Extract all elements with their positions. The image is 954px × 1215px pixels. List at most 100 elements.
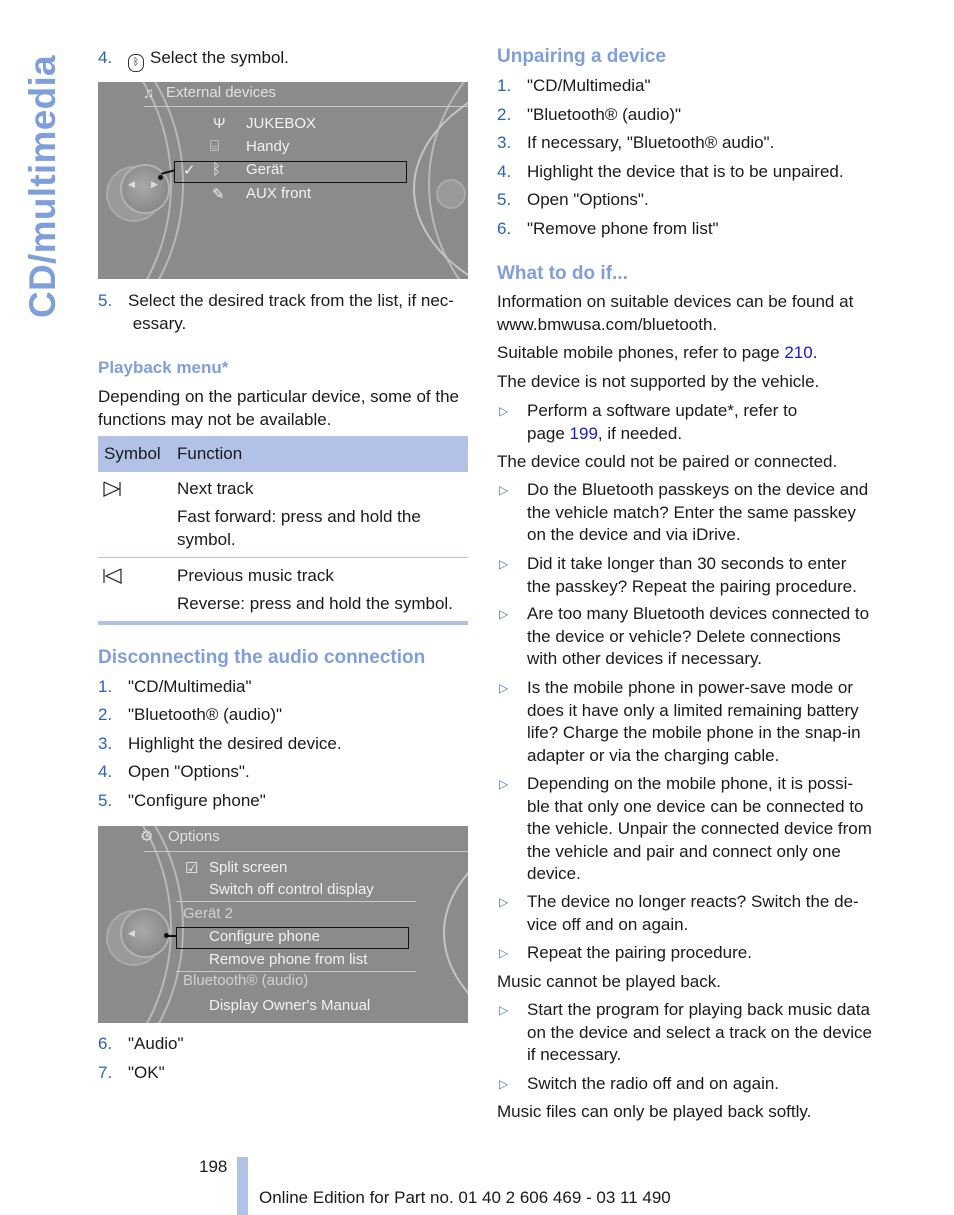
step-number: 3. bbox=[497, 133, 512, 152]
list-item: ▷ Did it take longer than 30 seconds to e… bbox=[497, 553, 872, 598]
text: Repeat the pairing procedure. bbox=[527, 943, 752, 962]
list-item: ▷ Are too many Bluetooth devices connecte… bbox=[497, 603, 872, 671]
menu-item-aux-front[interactable]: AUX front bbox=[246, 185, 311, 202]
page-number: 198 bbox=[199, 1157, 228, 1176]
selection-highlight bbox=[174, 161, 407, 183]
step-5-select-track: 5. Select the desired track from the lis… bbox=[98, 290, 468, 335]
list-item: 5. "Configure phone" bbox=[98, 790, 266, 813]
section-label-bluetooth-audio: Bluetooth® (audio) bbox=[183, 972, 309, 989]
section-label-geraet-2: Gerät 2 bbox=[183, 905, 234, 922]
step-number: 4. bbox=[98, 48, 113, 67]
media-note-icon: ♫ bbox=[143, 85, 155, 102]
text: Do the Bluetooth passkeys on the device … bbox=[527, 480, 869, 544]
list-item: 1. "CD/Multimedia" bbox=[497, 75, 651, 98]
step-text: If necessary, "Bluetooth® audio". bbox=[527, 133, 775, 152]
bluetooth-icon: ᛒ bbox=[128, 54, 144, 72]
list-item: ▷ Do the Bluetooth passkeys on the device… bbox=[497, 479, 872, 547]
list-item: ▷ Depending on the mobile phone, it is po… bbox=[497, 773, 872, 886]
step-number: 6. bbox=[497, 219, 512, 238]
column-header-function: Function bbox=[177, 444, 243, 463]
step-text: Select the desired track from the list, … bbox=[128, 291, 454, 333]
step-number: 2. bbox=[98, 705, 113, 724]
text: Switch the radio off and on again. bbox=[527, 1074, 780, 1093]
list-item: 3. Highlight the desired device. bbox=[98, 733, 342, 756]
screen-title: Options bbox=[168, 828, 220, 845]
menu-item-configure-phone[interactable]: Configure phone bbox=[209, 928, 320, 945]
step-text: Select the symbol. bbox=[150, 48, 289, 67]
chapter-side-title: CD/multimedia bbox=[22, 55, 63, 318]
check-icon: ✓ bbox=[183, 162, 196, 179]
page-link-199[interactable]: 199 bbox=[570, 424, 598, 443]
text: Start the program for playing back music… bbox=[527, 1000, 872, 1064]
problem-not-paired: The device could not be paired or connec… bbox=[497, 452, 838, 471]
list-item: ▷ Start the program for playing back musi… bbox=[497, 999, 872, 1067]
scroll-indicator bbox=[436, 179, 466, 209]
list-item: ▷ Is the mobile phone in power-save mode … bbox=[497, 677, 872, 767]
menu-item-jukebox[interactable]: JUKEBOX bbox=[246, 115, 316, 132]
text: The device no longer reacts? Switch the … bbox=[527, 892, 859, 934]
list-item: ▷ Switch the radio off and on again. bbox=[497, 1073, 872, 1096]
text: . bbox=[812, 343, 818, 362]
bullet-triangle-icon: ▷ bbox=[499, 895, 509, 909]
menu-item-switch-off-display[interactable]: Switch off control display bbox=[209, 881, 374, 898]
bullet-triangle-icon: ▷ bbox=[499, 1003, 509, 1017]
function-description: Reverse: press and hold the symbol. bbox=[177, 594, 453, 613]
text: , if needed. bbox=[597, 423, 683, 443]
previous-track-icon bbox=[103, 568, 122, 584]
menu-item-owners-manual[interactable]: Display Owner's Manual bbox=[209, 997, 370, 1014]
text: Are too many Bluetooth devices connected… bbox=[527, 604, 870, 668]
menu-item-split-screen[interactable]: Split screen bbox=[209, 859, 287, 876]
arrow-right-icon: ▶ bbox=[151, 179, 158, 189]
bullet-triangle-icon: ▷ bbox=[499, 557, 509, 571]
menu-item-handy[interactable]: Handy bbox=[246, 138, 289, 155]
options-icon: ⚙ bbox=[140, 828, 154, 845]
list-item: 6. "Remove phone from list" bbox=[497, 218, 719, 241]
arrow-left-icon: ◀ bbox=[128, 928, 135, 938]
phone-holder-icon: ⌸ bbox=[210, 138, 220, 155]
step-number: 6. bbox=[98, 1034, 113, 1053]
menu-item-geraet[interactable]: Gerät bbox=[246, 161, 284, 178]
function-description: Fast forward: press and hold the symbol. bbox=[177, 507, 421, 549]
text: Did it take longer than 30 seconds to en… bbox=[527, 554, 857, 596]
menu-item-remove-phone[interactable]: Remove phone from list bbox=[209, 951, 367, 968]
step-text: "CD/Multimedia" bbox=[128, 677, 252, 696]
heading-what-to-do: What to do if... bbox=[497, 263, 628, 284]
step-text: "CD/Multimedia" bbox=[527, 76, 651, 95]
list-item: ▷ Repeat the pairing procedure. bbox=[497, 942, 872, 965]
info-text: Information on suitable devices can be f… bbox=[497, 292, 854, 334]
step-text: "Bluetooth® (audio)" bbox=[527, 105, 682, 124]
text: Suitable mobile phones, refer to page bbox=[497, 343, 785, 362]
bullet-triangle-icon: ▷ bbox=[499, 946, 509, 960]
column-header-symbol: Symbol bbox=[104, 444, 161, 463]
problem-soft-music: Music files can only be played back soft… bbox=[497, 1102, 812, 1121]
step-number: 4. bbox=[497, 162, 512, 181]
page-link-210[interactable]: 210 bbox=[784, 343, 812, 362]
step-text: Highlight the desired device. bbox=[128, 734, 342, 753]
list-item: 3. If necessary, "Bluetooth® audio". bbox=[497, 132, 774, 155]
step-text: "Remove phone from list" bbox=[527, 219, 719, 238]
list-item: 5. Open "Options". bbox=[497, 189, 649, 212]
step-text: Open "Options". bbox=[128, 762, 250, 781]
checkbox-checked-icon: ☑ bbox=[185, 860, 199, 877]
list-item: 7. "OK" bbox=[98, 1062, 165, 1085]
list-item: ▷ The device no longer reacts? Switch the… bbox=[497, 891, 872, 936]
screen-title: External devices bbox=[166, 84, 277, 101]
heading-unpairing: Unpairing a device bbox=[497, 46, 666, 67]
step-number: 2. bbox=[497, 105, 512, 124]
step-text: "Configure phone" bbox=[128, 791, 266, 810]
step-number: 4. bbox=[98, 762, 113, 781]
problem-not-supported: The device is not supported by the vehic… bbox=[497, 372, 820, 391]
step-number: 5. bbox=[98, 291, 113, 310]
playback-intro-text: Depending on the particular device, some… bbox=[98, 387, 460, 429]
idrive-screen-options: ⚙ Options ☑ Split screen Switch off cont… bbox=[98, 826, 468, 1023]
idrive-screen-external-devices: ♫ External devices Ψ JUKEBOX ⌸ Handy ✓ ᛒ… bbox=[98, 82, 468, 279]
footer-accent-bar bbox=[237, 1157, 248, 1215]
list-item: 1. "CD/Multimedia" bbox=[98, 676, 252, 699]
step-text: "OK" bbox=[128, 1063, 165, 1082]
list-item: 2. "Bluetooth® (audio)" bbox=[98, 704, 282, 727]
usb-icon: Ψ bbox=[213, 115, 226, 132]
step-number: 1. bbox=[497, 76, 512, 95]
step-text: "Bluetooth® (audio)" bbox=[128, 705, 283, 724]
bullet-triangle-icon: ▷ bbox=[499, 681, 509, 695]
step-4-select-symbol: 4. ᛒ Select the symbol. bbox=[98, 47, 498, 72]
